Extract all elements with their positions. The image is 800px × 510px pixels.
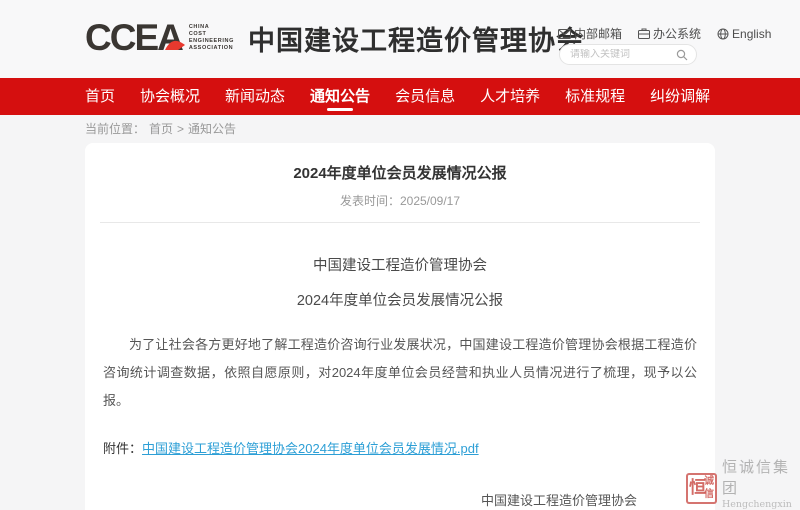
publish-date-value: 2025/09/17	[400, 194, 460, 208]
seal-char-main: 恒	[689, 475, 704, 501]
article-card: 2024年度单位会员发展情况公报 发表时间：2025/09/17 中国建设工程造…	[85, 143, 715, 510]
signature-org: 中国建设工程造价管理协会	[481, 490, 637, 509]
hengchengxin-watermark: 恒 诚 信 恒诚信集团 Hengchengxin Group	[686, 456, 800, 510]
breadcrumb-current: 通知公告	[188, 122, 236, 136]
title-divider	[100, 222, 700, 223]
quick-links: 内部邮箱 办公系统 English	[558, 25, 771, 42]
body-heading-org: 中国建设工程造价管理协会	[85, 254, 715, 275]
quick-link-label: 内部邮箱	[574, 25, 622, 42]
breadcrumb-home-link[interactable]: 首页	[149, 122, 173, 136]
breadcrumb: 当前位置： 首页 > 通知公告	[85, 115, 240, 143]
seal-char-top: 诚	[704, 475, 716, 488]
globe-icon	[717, 28, 729, 40]
nav-item-training[interactable]: 人才培养	[480, 78, 540, 115]
hengchengxin-seal-icon: 恒 诚 信	[686, 473, 717, 504]
nav-item-news[interactable]: 新闻动态	[225, 78, 285, 115]
attachment-row: 附件：中国建设工程造价管理协会2024年度单位会员发展情况.pdf	[103, 438, 697, 457]
article-publish-date: 发表时间：2025/09/17	[85, 192, 715, 209]
search-box[interactable]	[559, 44, 697, 65]
nav-item-mediation[interactable]: 纠纷调解	[650, 78, 710, 115]
quick-link-label: 办公系统	[653, 25, 701, 42]
attachment-pdf-link[interactable]: 中国建设工程造价管理协会2024年度单位会员发展情况.pdf	[142, 441, 479, 456]
nav-item-home[interactable]: 首页	[85, 78, 115, 115]
body-heading-title: 2024年度单位会员发展情况公报	[85, 289, 715, 310]
article-signature: 中国建设工程造价管理协会 2025年9月17日	[481, 490, 637, 510]
site-header: CCEA CHINA COST ENGINEERING ASSOCIATION …	[0, 0, 800, 78]
seal-char-bottom: 信	[704, 488, 716, 501]
internal-mail-link[interactable]: 内部邮箱	[558, 25, 622, 42]
logo-subtext: CHINA COST ENGINEERING ASSOCIATION	[189, 24, 234, 52]
nav-item-standards[interactable]: 标准规程	[565, 78, 625, 115]
nav-item-notices[interactable]: 通知公告	[310, 78, 370, 115]
site-logo[interactable]: CCEA CHINA COST ENGINEERING ASSOCIATION …	[85, 18, 584, 58]
main-nav: 首页 协会概况 新闻动态 通知公告 会员信息 人才培养 标准规程 纠纷调解	[0, 78, 800, 115]
logo-swoosh-icon	[164, 37, 186, 51]
watermark-name-cn: 恒诚信集团	[722, 456, 800, 498]
article-title: 2024年度单位会员发展情况公报	[85, 162, 715, 183]
article-paragraph: 为了让社会各方更好地了解工程造价咨询行业发展状况，中国建设工程造价管理协会根据工…	[103, 331, 697, 415]
watermark-name-en: Hengchengxin Group	[722, 499, 800, 510]
quick-link-label: English	[732, 27, 771, 41]
office-system-link[interactable]: 办公系统	[638, 25, 701, 42]
search-icon[interactable]	[676, 49, 688, 61]
attachment-label: 附件：	[103, 441, 142, 456]
site-title: 中国建设工程造价管理协会	[248, 19, 584, 58]
logo-acronym: CCEA	[85, 18, 182, 58]
office-icon	[638, 28, 650, 39]
nav-item-about[interactable]: 协会概况	[140, 78, 200, 115]
publish-date-label: 发表时间：	[340, 194, 400, 208]
nav-item-members[interactable]: 会员信息	[395, 78, 455, 115]
search-input[interactable]	[570, 49, 676, 60]
breadcrumb-prefix: 当前位置：	[85, 122, 145, 136]
breadcrumb-separator: >	[177, 122, 184, 136]
english-link[interactable]: English	[717, 27, 771, 41]
mail-icon	[558, 29, 571, 39]
